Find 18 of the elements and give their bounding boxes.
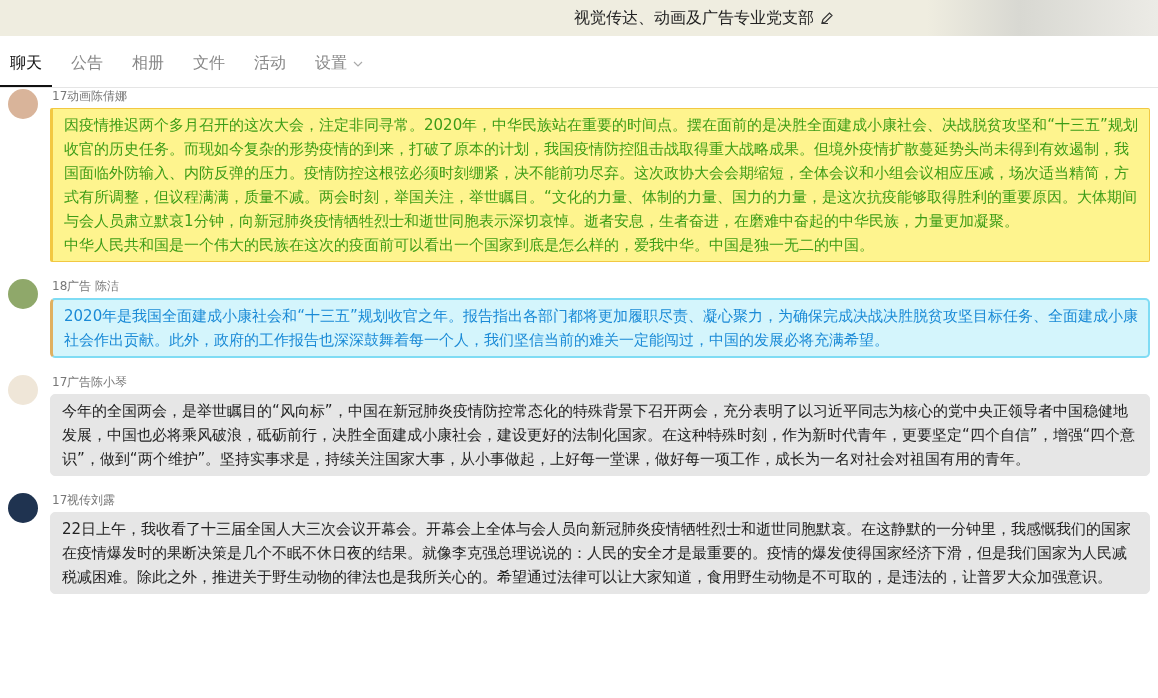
sender-name: 17广告陈小琴 [52, 375, 129, 389]
sender-name: 18广告 陈洁 [52, 279, 121, 293]
message-text: 中华人民共和国是一个伟大的民族在这次的疫面前可以看出一个国家到底是怎么样的，爱我中华。中国是独一无二的中国。 [64, 235, 875, 256]
avatar[interactable] [8, 493, 38, 523]
tab[interactable]: 设置 [305, 36, 373, 87]
tab[interactable]: 活动 [244, 36, 296, 87]
group-title: 视觉传达、动画及广告专业党支部 [574, 7, 814, 29]
edit-icon[interactable] [820, 11, 834, 25]
message-text: 因疫情推迟两个多月召开的这次大会，注定非同寻常。2020年，中华民族站在重要的时间点。摆在面前的是决胜全面建成小康社会、决战脱贫攻坚和“十三五”规划收官的历史任务。而现如今复杂的形势疫情的到来，打破了原本的计划，我国疫情防控阻击战取得重大战略成果。但境外疫情扩散蔓延势头尚未得到有效遏制，我国面临外防输入、内防反弹的压力。疫情防控这根弦必须时刻绷紧，决不能前功尽弃。这次政协大会会期缩短，全体会议和小组会议相应压减，场次适当精简，方式有所调整，但议程满满，质量不减。两会时刻，举国关注，举世瞩目。“文化的力量、体制的力量、国力的力量，是这次抗疫能够取得胜利的重要原因。大体期间与会人员肃立默哀1分钟，向新冠肺炎疫情牺牲烈士和逝世同胞表示深切哀悼。逝者安息，生者奋进，在磨难中奋起的中华民族，力量更加凝聚。 [64, 115, 1139, 232]
message-text: 今年的全国两会，是举世瞩目的“风向标”，中国在新冠肺炎疫情防控常态化的特殊背景下召开两会，充分表明了以习近平同志为核心的党中央正领导者中国稳健地发展，中国也必将乘风破浪，砥砺前行，决胜全面建成小康社会，建设更好的法制化国家。在这种特殊时刻，作为新时代青年，更要坚定“四个自信”，增强“四个意识”，做到“两个维护”。坚持实事求是，持续关注国家大事，从小事做起，上好每一堂课，做好每一项工作，成长为一名对社会对祖国有用的青年。 [62, 401, 1137, 470]
message-text: 2020年是我国全面建成小康社会和“十三五”规划收官之年。报告指出各部门都将更加履职尽责、凝心聚力，为确保完成决战决胜脱贫攻坚目标任务、全面建成小康社会作出贡献。此外，政府的工作报告也深深鼓舞着每一个人，我们坚信当前的难关一定能闯过，中国的发展必将充满希望。 [64, 306, 1139, 351]
tab[interactable]: 公告 [61, 36, 113, 87]
tab[interactable]: 相册 [122, 36, 174, 87]
sender-name: 17视传刘露 [52, 493, 117, 507]
tab[interactable]: 文件 [183, 36, 235, 87]
sender-name: 17动画陈倩娜 [52, 89, 129, 103]
tab[interactable]: 聊天 [0, 36, 52, 87]
message-text: 22日上午，我收看了十三届全国人大三次会议开幕会。开幕会上全体与会人员向新冠肺炎疫情牺牲烈士和逝世同胞默哀。在这静默的一分钟里，我感慨我们的国家在疫情爆发时的果断决策是几个不眠不休日夜的结果。就像李克强总理说说的：人民的安全才是最重要的。疫情的爆发使得国家经济下滑，但是我们国家为人民减税减困难。除此之外，推进关于野生动物的律法也是我所关心的。希望通过法律可以让大家知道，食用野生动物是不可取的，是违法的，让普罗大众加强意识。 [62, 519, 1133, 588]
